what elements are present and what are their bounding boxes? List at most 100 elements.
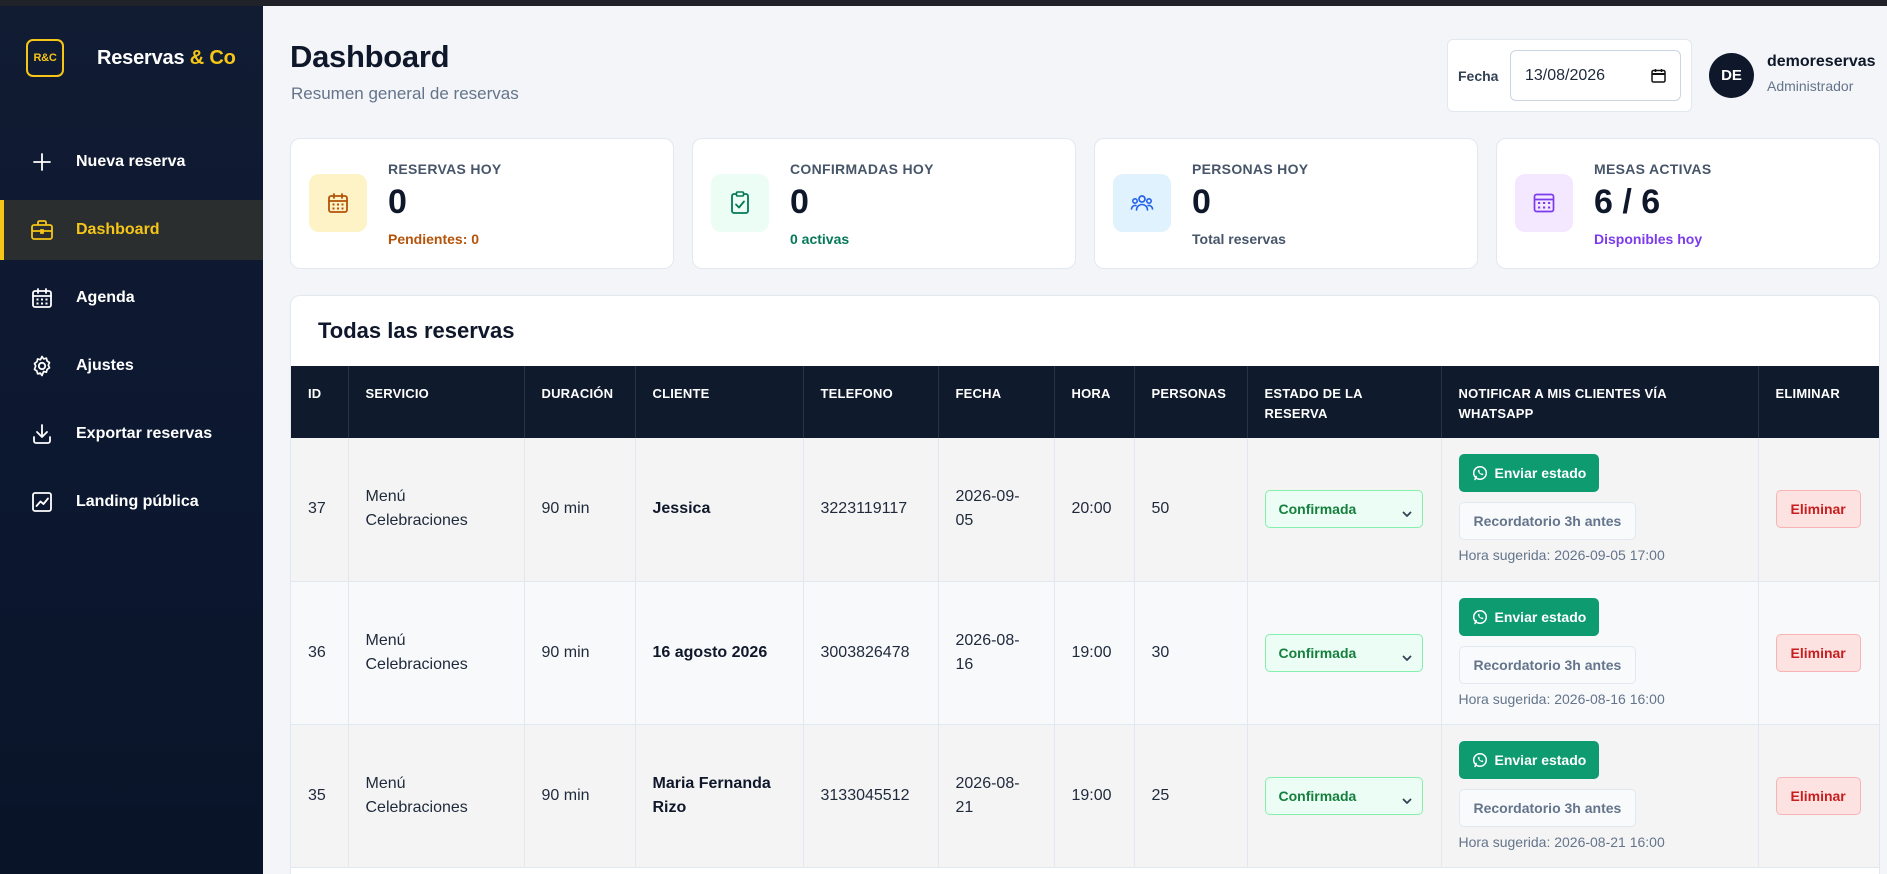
stat-value: 0 bbox=[790, 183, 809, 221]
chevron-down-icon bbox=[1401, 790, 1413, 814]
reservations-table: ID SERVICIO DURACIÓN CLIENTE TELEFONO FE… bbox=[291, 366, 1879, 868]
stat-label: RESERVAS HOY bbox=[388, 161, 502, 177]
table-row: 37 Menú Celebraciones 90 min Jessica 322… bbox=[291, 438, 1879, 582]
reminder-3h-button[interactable]: Recordatorio 3h antes bbox=[1458, 788, 1637, 827]
plus-icon bbox=[30, 150, 54, 174]
whatsapp-icon bbox=[1472, 609, 1487, 624]
date-label: Fecha bbox=[1458, 68, 1499, 84]
sidebar-item-dashboard[interactable]: Dashboard bbox=[0, 200, 263, 260]
chart-icon bbox=[30, 490, 54, 514]
stat-subtext: 0 activas bbox=[790, 231, 850, 247]
column-header-duracion: DURACIÓN bbox=[524, 366, 636, 438]
sidebar-item-ajustes[interactable]: Ajustes bbox=[0, 336, 263, 396]
sidebar-item-exportar-reservas[interactable]: Exportar reservas bbox=[0, 404, 263, 464]
date-value: 13/08/2026 bbox=[1525, 66, 1606, 84]
brand-name: Reservas & Co bbox=[97, 47, 236, 70]
column-header-estado: ESTADO DE LA RESERVA bbox=[1247, 366, 1442, 438]
stat-card-mesas-activas: MESAS ACTIVAS 6 / 6 Disponibles hoy bbox=[1496, 138, 1880, 269]
delete-button[interactable]: Eliminar bbox=[1775, 633, 1861, 672]
sidebar-item-landing-publica[interactable]: Landing pública bbox=[0, 472, 263, 532]
stat-label: CONFIRMADAS HOY bbox=[790, 161, 934, 177]
stat-card-confirmadas-hoy: CONFIRMADAS HOY 0 0 activas bbox=[692, 138, 1076, 269]
column-header-telefono: TELEFONO bbox=[803, 366, 939, 438]
send-status-whatsapp-button[interactable]: Enviar estado bbox=[1458, 740, 1600, 779]
column-header-id: ID bbox=[291, 366, 349, 438]
reminder-3h-button[interactable]: Recordatorio 3h antes bbox=[1458, 645, 1637, 684]
cell-cliente: 16 agosto 2026 bbox=[635, 581, 804, 725]
column-header-fecha: FECHA bbox=[938, 366, 1055, 438]
send-status-whatsapp-button[interactable]: Enviar estado bbox=[1458, 597, 1600, 636]
status-select-value: Confirmada bbox=[1278, 787, 1357, 804]
column-header-servicio: SERVICIO bbox=[348, 366, 525, 438]
status-select-value: Confirmada bbox=[1278, 644, 1357, 661]
cell-cliente: Jessica bbox=[635, 438, 804, 582]
cell-personas: 30 bbox=[1134, 581, 1248, 725]
cell-notificar: Enviar estado Recordatorio 3h antes Hora… bbox=[1441, 438, 1759, 582]
cell-hora: 19:00 bbox=[1054, 724, 1135, 868]
user-role: Administrador bbox=[1767, 78, 1854, 94]
calendar-picker-icon[interactable] bbox=[1651, 68, 1666, 88]
cell-telefono: 3223119117 bbox=[803, 438, 939, 582]
calendar-icon bbox=[309, 174, 367, 232]
cell-estado: Confirmada bbox=[1247, 438, 1442, 582]
stat-card-personas-hoy: PERSONAS HOY 0 Total reservas bbox=[1094, 138, 1478, 269]
cell-id: 37 bbox=[291, 438, 349, 582]
cell-notificar: Enviar estado Recordatorio 3h antes Hora… bbox=[1441, 724, 1759, 868]
sidebar-item-label: Agenda bbox=[76, 289, 135, 306]
page-subtitle: Resumen general de reservas bbox=[291, 84, 519, 103]
brand-name-accent: & Co bbox=[189, 46, 236, 69]
briefcase-icon bbox=[30, 218, 54, 242]
delete-button[interactable]: Eliminar bbox=[1775, 490, 1861, 529]
avatar[interactable]: DE bbox=[1709, 53, 1754, 98]
cell-fecha: 2026-09-05 bbox=[938, 438, 1055, 582]
column-header-personas: PERSONAS bbox=[1134, 366, 1248, 438]
table-row: 36 Menú Celebraciones 90 min 16 agosto 2… bbox=[291, 581, 1879, 725]
cell-fecha: 2026-08-21 bbox=[938, 724, 1055, 868]
sidebar-item-agenda[interactable]: Agenda bbox=[0, 268, 263, 328]
reminder-3h-button[interactable]: Recordatorio 3h antes bbox=[1458, 502, 1637, 541]
cell-personas: 25 bbox=[1134, 724, 1248, 868]
cell-notificar: Enviar estado Recordatorio 3h antes Hora… bbox=[1441, 581, 1759, 725]
status-select[interactable]: Confirmada bbox=[1264, 776, 1423, 815]
table-title: Todas las reservas bbox=[318, 318, 515, 343]
date-input[interactable]: 13/08/2026 bbox=[1510, 50, 1681, 101]
cell-hora: 19:00 bbox=[1054, 581, 1135, 725]
cell-duracion: 90 min bbox=[524, 438, 636, 582]
date-filter: Fecha 13/08/2026 bbox=[1447, 39, 1692, 112]
cell-estado: Confirmada bbox=[1247, 724, 1442, 868]
main-content: Dashboard Resumen general de reservas Fe… bbox=[263, 6, 1887, 874]
brand[interactable]: R&C Reservas & Co bbox=[26, 39, 236, 77]
send-status-whatsapp-button[interactable]: Enviar estado bbox=[1458, 454, 1600, 493]
download-icon bbox=[30, 422, 54, 446]
chevron-down-icon bbox=[1401, 647, 1413, 671]
suggested-time: Hora sugerida: 2026-08-16 16:00 bbox=[1458, 690, 1665, 707]
sidebar-item-label: Dashboard bbox=[76, 221, 160, 238]
users-icon bbox=[1113, 174, 1171, 232]
sidebar-item-label: Ajustes bbox=[76, 357, 134, 374]
stat-value: 6 / 6 bbox=[1594, 183, 1661, 221]
sidebar: R&C Reservas & Co Nueva reserva Dashboar… bbox=[0, 6, 263, 874]
cell-personas: 50 bbox=[1134, 438, 1248, 582]
sidebar-item-nueva-reserva[interactable]: Nueva reserva bbox=[0, 132, 263, 192]
cell-fecha: 2026-08-16 bbox=[938, 581, 1055, 725]
brand-name-main: Reservas bbox=[97, 46, 190, 69]
cell-servicio: Menú Celebraciones bbox=[348, 724, 525, 868]
stat-label: PERSONAS HOY bbox=[1192, 161, 1309, 177]
user-name: demoreservas bbox=[1767, 53, 1876, 70]
send-status-label: Enviar estado bbox=[1494, 608, 1587, 625]
sidebar-item-label: Landing pública bbox=[76, 493, 199, 510]
status-select[interactable]: Confirmada bbox=[1264, 633, 1423, 672]
cell-eliminar: Eliminar bbox=[1758, 724, 1879, 868]
stat-subtext: Disponibles hoy bbox=[1594, 231, 1703, 247]
cell-servicio: Menú Celebraciones bbox=[348, 581, 525, 725]
sidebar-item-label: Nueva reserva bbox=[76, 153, 186, 170]
status-select[interactable]: Confirmada bbox=[1264, 490, 1423, 529]
cell-telefono: 3133045512 bbox=[803, 724, 939, 868]
status-select-value: Confirmada bbox=[1278, 501, 1357, 518]
sidebar-nav: Nueva reserva Dashboard Agenda Ajustes E… bbox=[0, 132, 263, 540]
column-header-eliminar: ELIMINAR bbox=[1758, 366, 1879, 438]
calculator-icon bbox=[1515, 174, 1573, 232]
brand-logo: R&C bbox=[26, 39, 64, 77]
delete-button[interactable]: Eliminar bbox=[1775, 776, 1861, 815]
cell-duracion: 90 min bbox=[524, 724, 636, 868]
